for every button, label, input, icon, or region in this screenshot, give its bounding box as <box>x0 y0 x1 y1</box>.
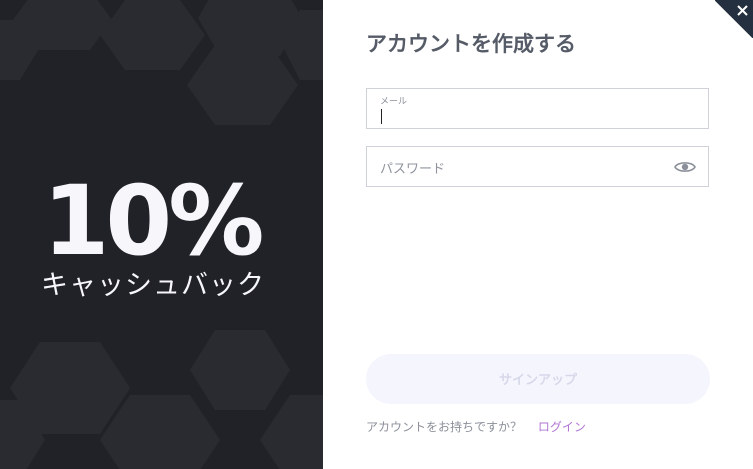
close-icon[interactable] <box>715 0 753 38</box>
promo-panel: 10% キャッシュバック <box>0 0 323 469</box>
signup-button[interactable]: サインアップ <box>366 354 710 404</box>
email-label: メール <box>380 97 408 107</box>
text-caret <box>381 109 382 124</box>
password-field[interactable]: パスワード <box>366 146 709 187</box>
cashback-percent: 10% <box>42 165 265 277</box>
cashback-label: キャッシュバック <box>41 270 265 301</box>
login-prompt-row: アカウントをお持ちですか？ ログイン <box>366 418 586 435</box>
page-title: アカウントを作成する <box>366 32 576 56</box>
password-placeholder: パスワード <box>380 162 446 177</box>
login-prompt: アカウントをお持ちですか？ <box>366 420 523 434</box>
email-field[interactable]: メール <box>366 88 709 129</box>
eye-icon[interactable] <box>674 159 696 175</box>
login-link[interactable]: ログイン <box>538 420 586 434</box>
